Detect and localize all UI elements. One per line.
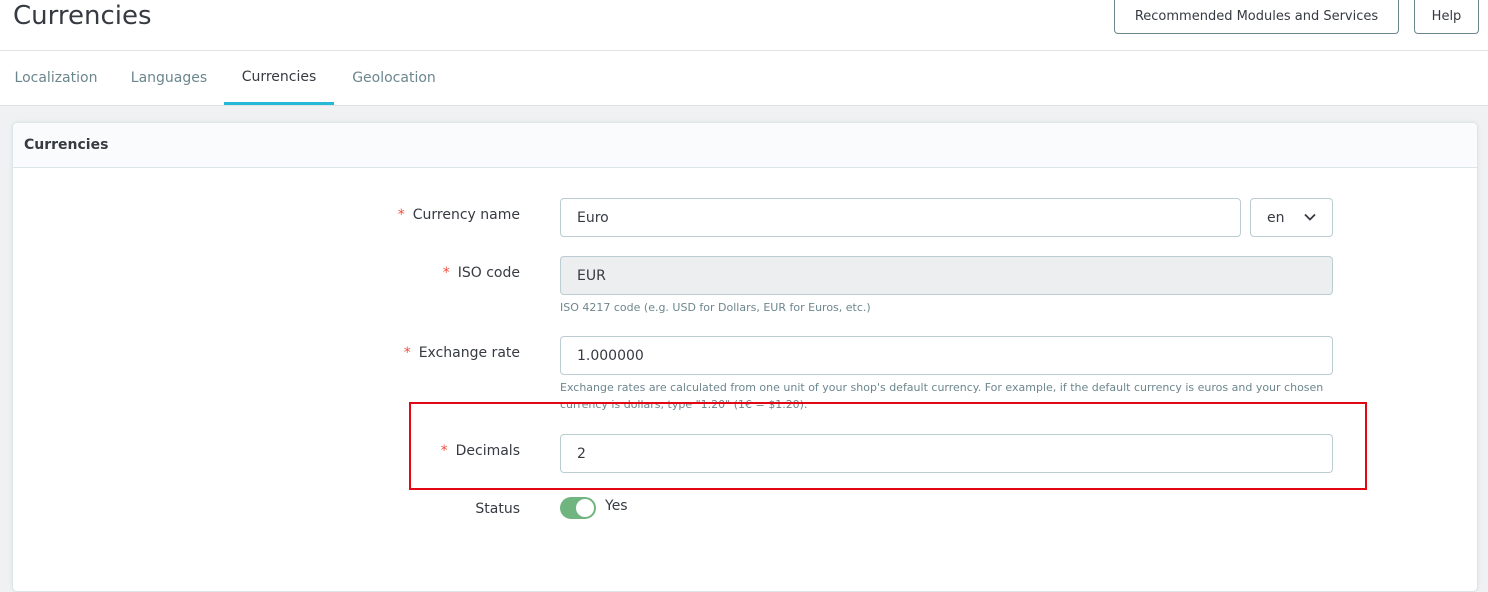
tab-languages[interactable]: Languages <box>114 51 224 105</box>
page-header: Currencies Recommended Modules and Servi… <box>0 0 1488 51</box>
decimals-label: * Decimals <box>120 443 520 459</box>
help-button[interactable]: Help <box>1414 0 1479 34</box>
status-value-label: Yes <box>605 498 628 514</box>
iso-code-input[interactable]: EUR <box>560 256 1333 295</box>
chevron-down-icon <box>1304 213 1316 221</box>
currency-name-label-text: Currency name <box>412 207 520 223</box>
tab-localization[interactable]: Localization <box>0 51 112 105</box>
exchange-rate-help-line1: Exchange rates are calculated from one u… <box>560 381 1324 394</box>
toggle-knob <box>576 499 594 517</box>
exchange-rate-input[interactable]: 1.000000 <box>560 336 1333 375</box>
exchange-rate-label: * Exchange rate <box>120 345 520 361</box>
currency-name-label: * Currency name <box>120 207 520 223</box>
tab-currencies[interactable]: Currencies <box>224 51 334 105</box>
tab-bar: Localization Languages Currencies Geoloc… <box>0 51 1488 106</box>
exchange-rate-label-text: Exchange rate <box>418 345 520 361</box>
language-select[interactable]: en <box>1250 198 1333 237</box>
status-toggle[interactable] <box>560 497 596 519</box>
iso-code-help: ISO 4217 code (e.g. USD for Dollars, EUR… <box>560 301 871 314</box>
exchange-rate-help-line2: currency is dollars, type "1.20" (1€ = $… <box>560 398 808 411</box>
status-label: Status <box>475 501 520 517</box>
iso-code-label: * ISO code <box>120 265 520 281</box>
required-mark: * <box>442 265 450 281</box>
iso-code-label-text: ISO code <box>457 265 520 281</box>
card-title: Currencies <box>13 123 1477 168</box>
required-mark: * <box>403 345 411 361</box>
required-mark: * <box>440 443 448 459</box>
recommended-modules-button[interactable]: Recommended Modules and Services <box>1114 0 1399 34</box>
page-title: Currencies <box>13 1 152 31</box>
decimals-input[interactable]: 2 <box>560 434 1333 473</box>
decimals-label-text: Decimals <box>455 443 520 459</box>
tab-geolocation[interactable]: Geolocation <box>334 51 454 105</box>
language-select-value: en <box>1267 209 1285 226</box>
required-mark: * <box>397 207 405 223</box>
currency-name-input[interactable]: Euro <box>560 198 1241 237</box>
